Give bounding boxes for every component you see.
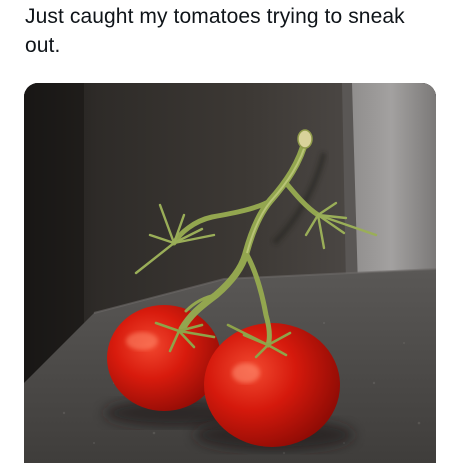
post-container: Just caught my tomatoes trying to sneak … — [0, 0, 460, 463]
post-caption: Just caught my tomatoes trying to sneak … — [25, 5, 405, 57]
post-photo[interactable] — [24, 83, 436, 463]
tomato-vine-photo-icon — [24, 83, 436, 463]
